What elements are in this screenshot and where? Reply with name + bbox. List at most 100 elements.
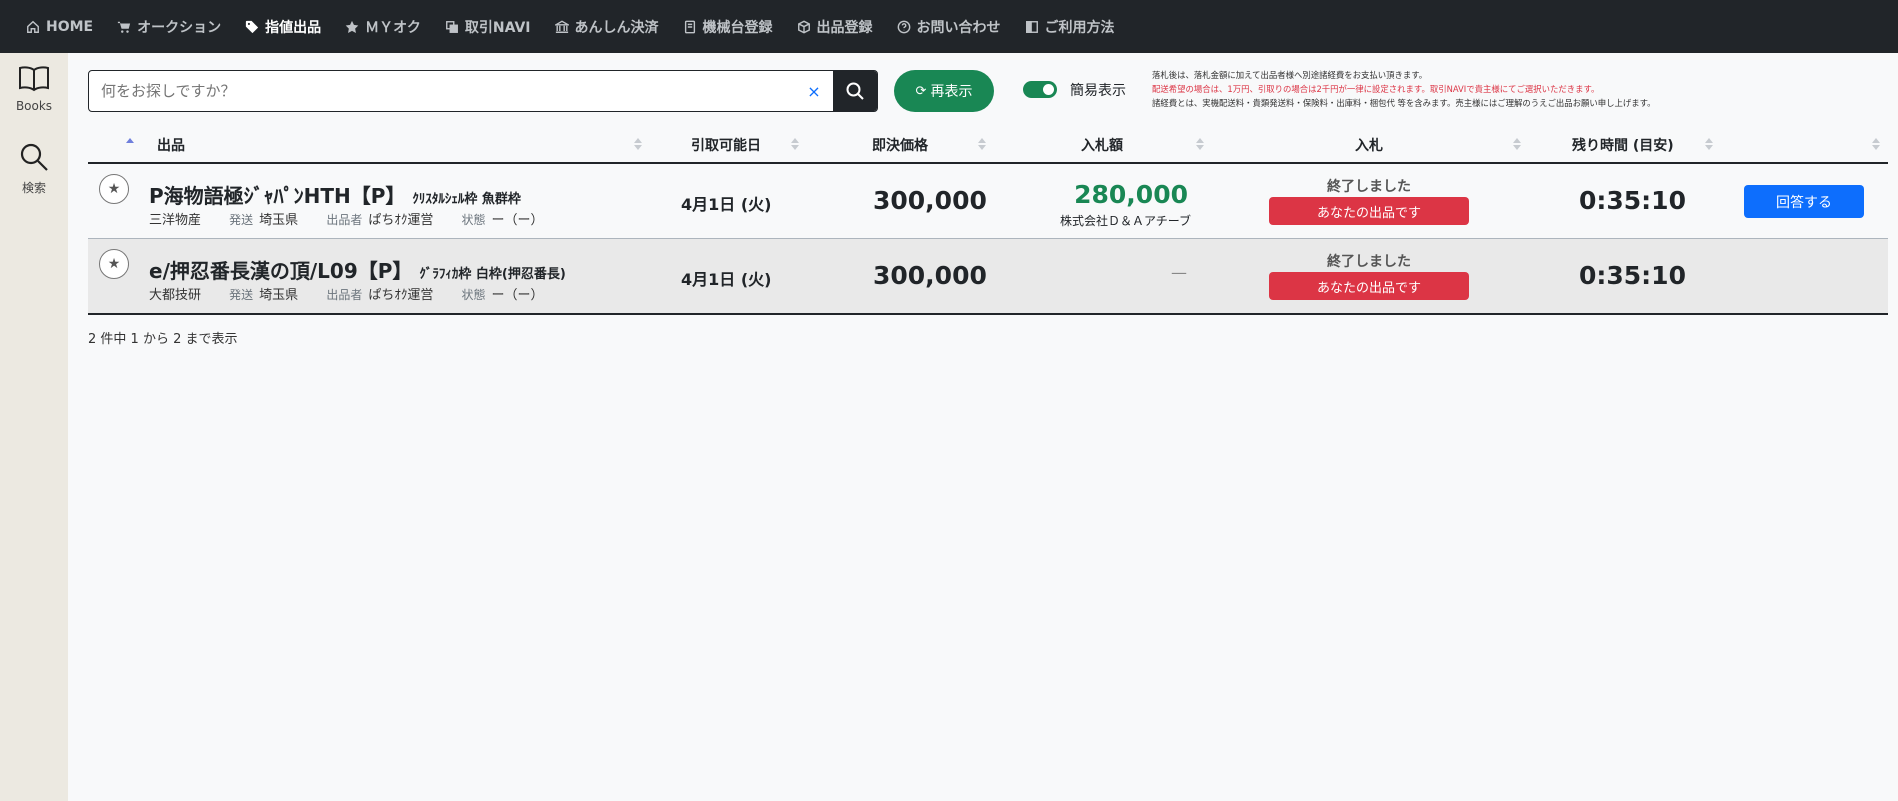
nav-label: HOME bbox=[46, 18, 94, 35]
seller: ぱちｵｸ運営 bbox=[368, 288, 434, 303]
star-icon bbox=[345, 20, 359, 33]
nav-label: お問い合わせ bbox=[916, 19, 1001, 36]
nav-myoku[interactable]: ＭＹオク bbox=[345, 17, 421, 37]
copy-icon bbox=[445, 20, 458, 33]
condition: ー（ー） bbox=[491, 213, 544, 228]
seller-label: 出品者 bbox=[326, 288, 363, 302]
nav-label: オークション bbox=[137, 19, 222, 36]
remaining-time: 0:35:10 bbox=[1579, 261, 1686, 290]
listing-table: 出品 引取可能日 即決価格 入札額 入札 残り時間 (目安) ★ P海物語極ｼﾞ… bbox=[88, 124, 1888, 315]
sort-asc-icon[interactable] bbox=[126, 136, 134, 152]
refresh-label: 再表示 bbox=[930, 84, 973, 100]
sidebar-item-search[interactable]: 検索 bbox=[0, 141, 68, 196]
seller-label: 出品者 bbox=[326, 213, 363, 227]
note-line-3: 諸経費とは、実機配送料・貴類発送料・保険料・出庫料・梱包代 等を含みます。売主様… bbox=[1152, 98, 1656, 108]
table-row[interactable]: ★ P海物語極ｼﾞｬﾊﾟﾝHTH【P】 ｸﾘｽﾀﾙｼｪﾙ枠 魚群枠 三洋物産 発… bbox=[88, 164, 1888, 239]
manual-icon bbox=[1025, 20, 1038, 33]
simple-view-toggle[interactable] bbox=[1023, 81, 1057, 98]
item-meta: 三洋物産 発送 埼玉県 出品者 ぱちｵｸ運営 状態 ー（ー） bbox=[149, 209, 544, 228]
search-icon bbox=[20, 143, 48, 171]
sidebar-item-books[interactable]: Books bbox=[0, 65, 68, 113]
sort-icon[interactable] bbox=[791, 136, 799, 152]
status-text: 終了しました bbox=[1327, 254, 1411, 270]
clear-icon[interactable]: × bbox=[795, 71, 833, 111]
maker: 三洋物産 bbox=[149, 213, 202, 228]
box-icon bbox=[797, 20, 810, 33]
item-meta: 大都技研 発送 埼玉県 出品者 ぱちｵｸ運営 状態 ー（ー） bbox=[149, 284, 544, 303]
condition-label: 状態 bbox=[461, 213, 486, 227]
col-pickup-date[interactable]: 引取可能日 bbox=[691, 135, 761, 155]
table-row[interactable]: ★ e/押忍番長漢の頂/L09【P】 ｸﾞﾗﾌｨｶ枠 白枠(押忍番長) 大都技研… bbox=[88, 239, 1888, 315]
col-item[interactable]: 出品 bbox=[157, 135, 185, 155]
book-icon bbox=[684, 20, 695, 33]
condition: ー（ー） bbox=[491, 288, 544, 303]
nav-auction[interactable]: オークション bbox=[117, 17, 221, 37]
book-open-icon bbox=[19, 66, 49, 92]
col-bid[interactable]: 入札 bbox=[1355, 135, 1383, 155]
col-bid-amount[interactable]: 入札額 bbox=[1081, 135, 1123, 155]
nav-label: 指値出品 bbox=[265, 19, 322, 36]
sort-icon[interactable] bbox=[1705, 136, 1713, 152]
nav-listing-register[interactable]: 出品登録 bbox=[797, 17, 873, 37]
nav-machine-register[interactable]: 機械台登録 bbox=[683, 17, 773, 37]
answer-button[interactable]: 回答する bbox=[1744, 185, 1864, 218]
buyout-price: 300,000 bbox=[873, 186, 987, 215]
search-button[interactable] bbox=[833, 71, 877, 111]
sort-icon[interactable] bbox=[978, 136, 986, 152]
favorite-star-icon[interactable]: ★ bbox=[99, 249, 129, 279]
remaining-time: 0:35:10 bbox=[1579, 186, 1686, 215]
note-line-2: 配送希望の場合は、1万円、引取りの場合は2千円が一律に設定されます。取引NAVI… bbox=[1152, 84, 1600, 94]
seller: ぱちｵｸ運営 bbox=[368, 213, 434, 228]
no-bid-dash: — bbox=[1171, 263, 1187, 282]
ship-location: 埼玉県 bbox=[259, 288, 299, 303]
item-title[interactable]: P海物語極ｼﾞｬﾊﾟﾝHTH【P】 ｸﾘｽﾀﾙｼｪﾙ枠 魚群枠 bbox=[149, 180, 521, 209]
bank-icon bbox=[554, 20, 569, 33]
maker: 大都技研 bbox=[149, 288, 202, 303]
pickup-date: 4月1日 (火) bbox=[681, 270, 772, 289]
item-subtitle: ｸﾞﾗﾌｨｶ枠 白枠(押忍番長) bbox=[419, 267, 566, 282]
bid-amount: 280,000 bbox=[1074, 180, 1188, 209]
own-listing-badge: あなたの出品です bbox=[1269, 197, 1469, 225]
sidebar: Books 検索 bbox=[0, 53, 68, 801]
sort-icon[interactable] bbox=[634, 136, 642, 152]
condition-label: 状態 bbox=[461, 288, 486, 302]
pickup-date: 4月1日 (火) bbox=[681, 195, 772, 214]
nav-limit-listing[interactable]: 指値出品 bbox=[245, 17, 321, 37]
sort-icon[interactable] bbox=[1513, 136, 1521, 152]
status-text: 終了しました bbox=[1327, 179, 1411, 195]
ship-label: 発送 bbox=[229, 213, 254, 227]
nav-label: ご利用方法 bbox=[1044, 19, 1115, 36]
nav-home[interactable]: HOME bbox=[26, 19, 93, 35]
ship-label: 発送 bbox=[229, 288, 254, 302]
nav-label: 出品登録 bbox=[816, 19, 873, 36]
fee-notes: 落札後は、落札金額に加えて出品者様へ別途諸経費をお支払い頂きます。 配送希望の場… bbox=[1152, 68, 1892, 110]
item-title[interactable]: e/押忍番長漢の頂/L09【P】 ｸﾞﾗﾌｨｶ枠 白枠(押忍番長) bbox=[149, 255, 566, 284]
sort-icon[interactable] bbox=[1872, 136, 1880, 152]
nav-trade-navi[interactable]: 取引NAVI bbox=[445, 17, 531, 37]
col-remaining-time[interactable]: 残り時間 (目安) bbox=[1572, 135, 1674, 155]
result-count: 2 件中 1 から 2 まで表示 bbox=[88, 332, 238, 347]
note-line-1: 落札後は、落札金額に加えて出品者様へ別途諸経費をお支払い頂きます。 bbox=[1152, 70, 1428, 80]
col-buyout-price[interactable]: 即決価格 bbox=[872, 135, 928, 155]
search-icon bbox=[846, 82, 864, 100]
simple-view-label: 簡易表示 bbox=[1070, 83, 1126, 99]
bidder-name: 株式会社Ｄ＆Ａアチーブ bbox=[1060, 214, 1192, 228]
refresh-icon: ⟳ bbox=[915, 83, 927, 99]
favorite-star-icon[interactable]: ★ bbox=[99, 174, 129, 204]
sidebar-item-label: 検索 bbox=[21, 181, 46, 195]
ship-location: 埼玉県 bbox=[259, 213, 299, 228]
nav-label: 取引NAVI bbox=[464, 19, 531, 36]
nav-contact[interactable]: お問い合わせ bbox=[897, 17, 1001, 37]
nav-label: ＭＹオク bbox=[365, 19, 421, 36]
search-bar: × bbox=[88, 70, 878, 112]
buyout-price: 300,000 bbox=[873, 261, 987, 290]
nav-secure-payment[interactable]: あんしん決済 bbox=[554, 17, 659, 37]
nav-label: あんしん決済 bbox=[574, 19, 659, 36]
nav-how-to-use[interactable]: ご利用方法 bbox=[1025, 17, 1115, 37]
question-icon bbox=[897, 20, 910, 33]
cart-icon bbox=[118, 21, 131, 33]
nav-label: 機械台登録 bbox=[702, 19, 773, 36]
sort-icon[interactable] bbox=[1196, 136, 1204, 152]
refresh-button[interactable]: ⟳ 再表示 bbox=[894, 70, 994, 112]
search-input[interactable] bbox=[89, 71, 795, 111]
